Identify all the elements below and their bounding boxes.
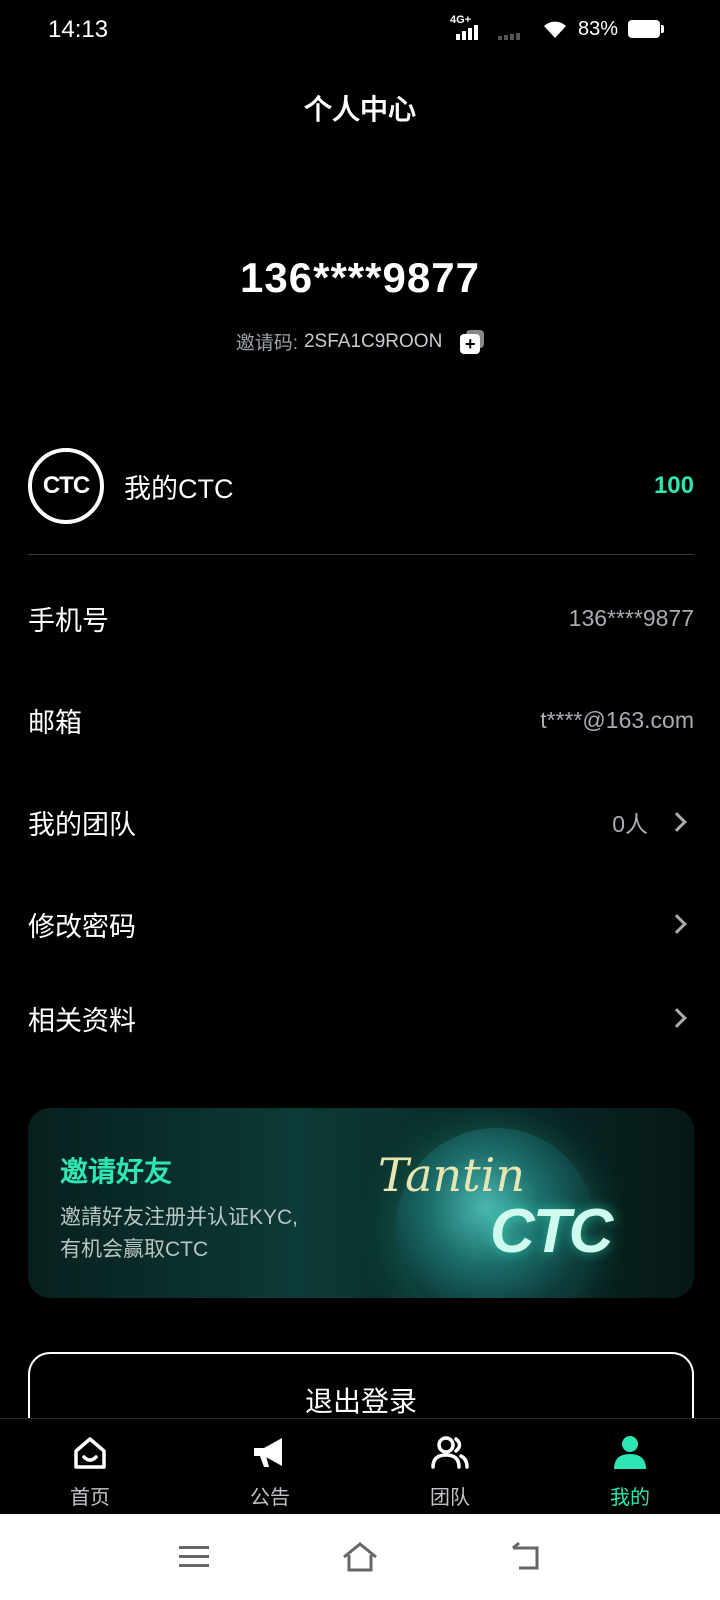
team-icon — [431, 1436, 469, 1469]
ctc-label: 我的CTC — [124, 473, 234, 504]
battery-percent: 83% — [577, 17, 618, 40]
home-button[interactable] — [340, 1537, 380, 1577]
user-icon — [614, 1436, 646, 1469]
back-button[interactable] — [506, 1537, 546, 1577]
nav-team[interactable]: 团队 — [360, 1419, 540, 1514]
ctc-logo: CTC — [28, 448, 104, 524]
status-time: 14:13 — [48, 16, 109, 43]
secondary-signal-icon — [496, 16, 532, 42]
nav-mine[interactable]: 我的 — [540, 1419, 720, 1514]
phone-row: 手机号 136****9877 — [28, 588, 694, 648]
banner-art-text: Tantin — [378, 1148, 525, 1202]
nav-team-label: 团队 — [430, 1487, 470, 1509]
page-title: 个人中心 — [303, 94, 416, 125]
system-nav-bar — [0, 1514, 720, 1600]
chevron-right-icon — [667, 1008, 687, 1028]
nav-announcements-label: 公告 — [250, 1487, 290, 1509]
profile-phone: 136****9877 — [240, 254, 480, 301]
back-icon — [512, 1542, 539, 1570]
battery-icon — [628, 20, 664, 38]
menu-icon — [179, 1546, 209, 1567]
invite-code-label: 邀请码: — [235, 333, 298, 354]
docs-row[interactable]: 相关资料 — [28, 988, 694, 1048]
change-password-label: 修改密码 — [28, 911, 136, 942]
invite-friends-banner[interactable]: 邀请好友 邀請好友注册并认证KYC, 有机会赢取CTC Tantin CTC — [28, 1108, 694, 1298]
banner-art-ctc: CTC — [490, 1197, 613, 1266]
home-icon — [74, 1437, 106, 1469]
invite-code-row: 邀请码: 2SFA1C9ROON + — [0, 328, 720, 355]
megaphone-icon — [254, 1438, 282, 1467]
chevron-right-icon — [667, 914, 687, 934]
email-row: 邮箱 t****@163.com — [28, 690, 694, 750]
docs-label: 相关资料 — [28, 1005, 136, 1036]
copy-icon[interactable]: + — [460, 329, 485, 354]
nav-home-label: 首页 — [70, 1487, 110, 1509]
cellular-signal-icon: 4G+ — [450, 14, 486, 42]
nav-announcements[interactable]: 公告 — [180, 1419, 360, 1514]
menu-button[interactable] — [174, 1537, 214, 1577]
phone-row-label: 手机号 — [28, 605, 109, 636]
email-row-value: t****@163.com — [540, 706, 694, 733]
team-row[interactable]: 我的团队 0人 — [28, 792, 694, 852]
status-icons: 4G+ 83% — [450, 14, 664, 44]
team-row-value: 0人 — [612, 811, 648, 837]
system-home-icon — [343, 1542, 377, 1572]
chevron-right-icon — [667, 812, 687, 832]
ctc-balance-row: CTC 我的CTC 100 — [28, 446, 694, 526]
nav-home[interactable]: 首页 — [0, 1419, 180, 1514]
invite-code-value: 2SFA1C9ROON — [303, 330, 443, 352]
nav-mine-label: 我的 — [610, 1487, 650, 1509]
bottom-nav: 首页 公告 团队 我的 — [0, 1418, 720, 1514]
team-row-label: 我的团队 — [28, 809, 136, 840]
wifi-icon — [543, 21, 566, 38]
banner-description: 邀請好友注册并认证KYC, 有机会赢取CTC — [60, 1206, 299, 1261]
banner-title: 邀请好友 — [60, 1156, 173, 1187]
divider — [28, 554, 694, 555]
phone-row-value: 136****9877 — [568, 604, 694, 631]
ctc-value: 100 — [653, 472, 694, 499]
email-row-label: 邮箱 — [28, 707, 82, 738]
status-bar: 14:13 4G+ 83% — [0, 0, 720, 56]
change-password-row[interactable]: 修改密码 — [28, 894, 694, 954]
